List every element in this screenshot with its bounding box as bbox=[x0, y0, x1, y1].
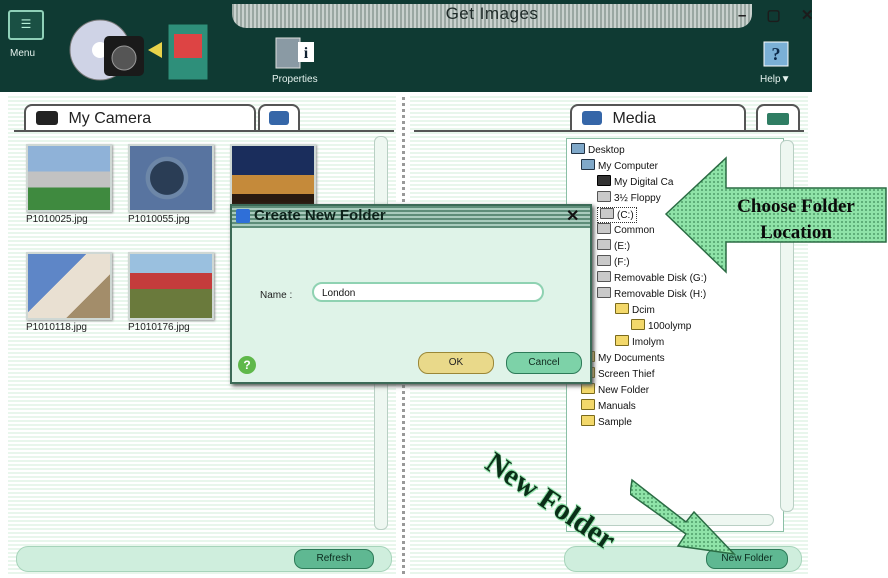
camera-tab-icon bbox=[269, 111, 289, 125]
photo-thumbnail[interactable] bbox=[26, 144, 112, 212]
new-folder-arrow bbox=[630, 478, 737, 556]
tree-item[interactable]: (F:) bbox=[597, 255, 630, 269]
tree-item[interactable]: Imolym bbox=[615, 335, 664, 349]
window-controls[interactable]: – ▢ ✕ bbox=[738, 6, 821, 24]
tab-my-camera[interactable]: My Camera bbox=[24, 104, 256, 132]
camera-icon bbox=[597, 175, 611, 186]
cd-drive-icon bbox=[597, 255, 611, 266]
tab-media-label: Media bbox=[612, 110, 657, 127]
tab-camera-alt[interactable] bbox=[258, 104, 300, 132]
tree-item[interactable]: 3½ Floppy bbox=[597, 191, 661, 205]
right-tab-line bbox=[414, 130, 804, 132]
tree-item[interactable]: (E:) bbox=[597, 239, 630, 253]
tree-item[interactable]: New Folder bbox=[581, 383, 649, 397]
computer-icon bbox=[581, 159, 595, 170]
photo-thumbnail[interactable] bbox=[128, 144, 214, 212]
menu-label[interactable]: Menu bbox=[10, 48, 35, 59]
tree-item[interactable]: My Documents bbox=[581, 351, 665, 365]
tree-item[interactable]: Desktop bbox=[571, 143, 625, 157]
name-label: Name : bbox=[260, 290, 293, 301]
printer-icon bbox=[767, 113, 789, 125]
tree-item[interactable]: 100olymp bbox=[631, 319, 691, 333]
menu-icon[interactable]: ☰ bbox=[8, 10, 44, 40]
desktop-icon bbox=[571, 143, 585, 154]
floppy-icon bbox=[597, 191, 611, 202]
help-label[interactable]: Help▼ bbox=[760, 74, 790, 85]
refresh-button[interactable]: Refresh bbox=[294, 549, 374, 569]
folder-icon bbox=[581, 383, 595, 394]
removable-disk-icon bbox=[597, 287, 611, 298]
help-icon[interactable]: ? bbox=[238, 356, 256, 374]
tree-item[interactable]: My Computer bbox=[581, 159, 658, 173]
folder-icon bbox=[581, 399, 595, 410]
tree-item[interactable]: Common bbox=[597, 223, 655, 237]
cancel-button[interactable]: Cancel bbox=[506, 352, 582, 374]
tree-item[interactable]: Manuals bbox=[581, 399, 636, 413]
photo-thumbnail[interactable] bbox=[230, 144, 316, 212]
drive-icon bbox=[597, 239, 611, 250]
photo-filename[interactable]: P1010025.jpg bbox=[26, 214, 88, 225]
folder-icon bbox=[615, 335, 629, 346]
choose-folder-annotation: Choose Folder Location bbox=[737, 196, 855, 243]
drive-icon bbox=[600, 208, 614, 219]
window-title: Get Images bbox=[445, 4, 539, 23]
photo-filename[interactable]: P1010176.jpg bbox=[128, 322, 190, 333]
drive-icon bbox=[597, 223, 611, 234]
close-icon[interactable]: ✕ bbox=[566, 206, 579, 226]
tree-item[interactable]: Removable Disk (H:) bbox=[597, 287, 706, 301]
folder-icon bbox=[615, 303, 629, 314]
photo-thumbnail[interactable] bbox=[26, 252, 112, 320]
photo-filename[interactable]: P1010055.jpg bbox=[128, 214, 190, 225]
media-icon bbox=[582, 111, 602, 125]
camera-icon bbox=[36, 111, 58, 125]
properties-label[interactable]: Properties bbox=[272, 74, 318, 85]
tree-item-selected[interactable]: (C:) bbox=[597, 207, 637, 223]
svg-text:i: i bbox=[304, 45, 309, 62]
photo-thumbnail[interactable] bbox=[128, 252, 214, 320]
folder-icon bbox=[631, 319, 645, 330]
get-images-logo-icon bbox=[69, 19, 209, 81]
folder-name-input[interactable]: London bbox=[312, 282, 544, 302]
tree-item[interactable]: My Digital Ca bbox=[597, 175, 673, 189]
ok-button[interactable]: OK bbox=[418, 352, 494, 374]
tab-my-camera-label: My Camera bbox=[68, 110, 152, 127]
folder-icon bbox=[581, 415, 595, 426]
create-folder-dialog: Create New Folder ✕ Name : London ? OK C… bbox=[230, 204, 592, 384]
left-tab-line bbox=[14, 130, 394, 132]
tab-printer[interactable] bbox=[756, 104, 800, 132]
tree-item[interactable]: Sample bbox=[581, 415, 632, 429]
dialog-title: Create New Folder bbox=[254, 207, 386, 224]
tab-media[interactable]: Media bbox=[570, 104, 746, 132]
photo-filename[interactable]: P1010118.jpg bbox=[26, 322, 87, 333]
folder-pen-icon bbox=[236, 209, 250, 223]
tree-item[interactable]: Dcim bbox=[615, 303, 655, 317]
properties-icon[interactable]: i bbox=[274, 36, 318, 70]
svg-text:?: ? bbox=[772, 44, 781, 64]
tree-item[interactable]: Screen Thief bbox=[581, 367, 655, 381]
removable-disk-icon bbox=[597, 271, 611, 282]
help-icon[interactable]: ? bbox=[760, 36, 794, 70]
